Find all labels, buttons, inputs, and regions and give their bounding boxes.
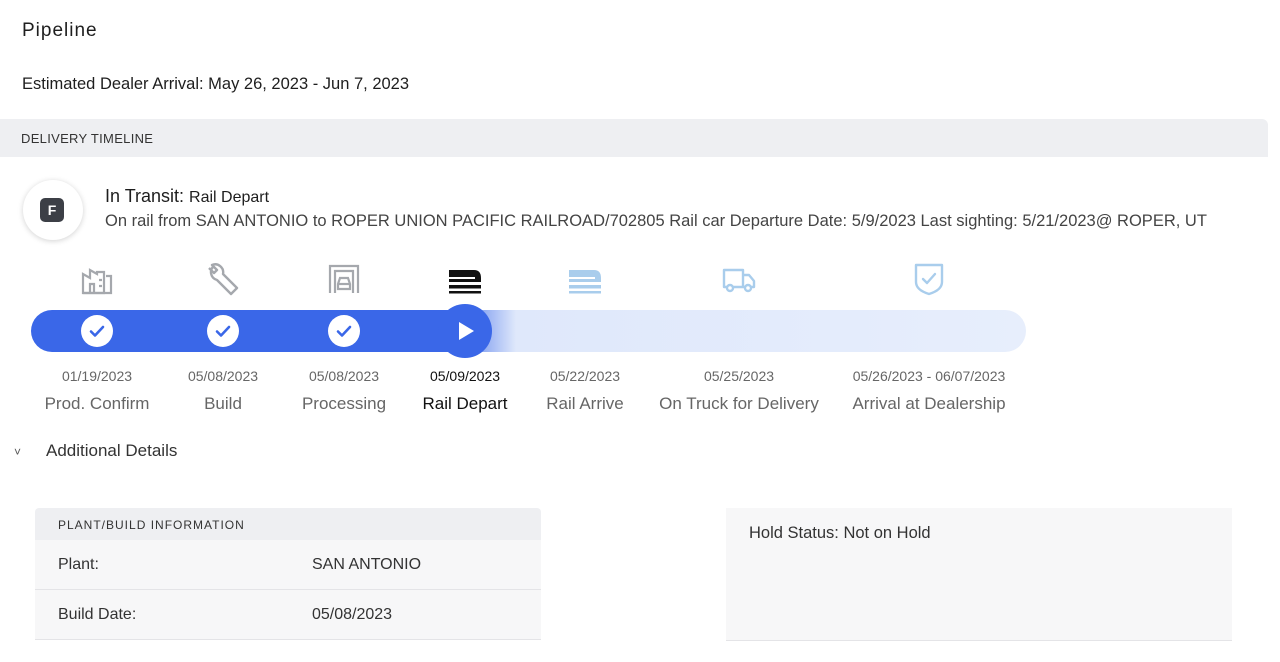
chevron-down-icon: ˅ — [14, 444, 22, 459]
table-row: Plant: SAN ANTONIO — [35, 540, 541, 590]
row-key: Build Date: — [58, 606, 137, 623]
row-value: 05/08/2023 — [312, 606, 393, 623]
hold-status-card: Hold Status: Not on Hold — [726, 508, 1232, 641]
hold-status: Hold Status: Not on Hold — [749, 524, 931, 542]
status-label: In Transit: — [105, 186, 190, 206]
table-row: Build Date: 05/08/2023 — [35, 590, 541, 640]
train-icon — [448, 262, 482, 296]
play-icon — [438, 304, 492, 358]
check-icon — [328, 315, 360, 347]
section-title: DELIVERY TIMELINE — [21, 131, 154, 146]
brand-logo-icon: F — [40, 198, 64, 222]
wrench-icon — [206, 262, 240, 296]
avatar: F — [23, 180, 83, 240]
car-garage-icon — [327, 262, 361, 296]
step-date: 05/25/2023 — [703, 368, 775, 384]
shield-check-icon — [912, 262, 946, 296]
factory-icon — [80, 262, 114, 296]
step-label: On Truck for Delivery — [659, 394, 819, 413]
check-icon — [207, 315, 239, 347]
plant-card-title: PLANT/BUILD INFORMATION — [58, 518, 245, 532]
plant-card-header: PLANT/BUILD INFORMATION — [35, 508, 541, 540]
estimated-arrival: Estimated Dealer Arrival: May 26, 2023 -… — [22, 75, 410, 93]
check-icon — [81, 315, 113, 347]
train-icon — [568, 262, 602, 296]
additional-details-label: Additional Details — [46, 441, 178, 460]
step-label: Arrival at Dealership — [852, 394, 1006, 413]
status-detail: On rail from SAN ANTONIO to ROPER UNION … — [105, 212, 1207, 230]
status-value: Rail Depart — [189, 189, 270, 206]
row-value: SAN ANTONIO — [312, 556, 422, 573]
row-key: Plant: — [58, 556, 99, 573]
page-title: Pipeline — [22, 20, 98, 41]
timeline-progress-bar — [31, 310, 1026, 352]
step-label: Rail Arrive — [546, 394, 624, 413]
additional-details-toggle[interactable]: ˅ Additional Details — [14, 441, 177, 461]
delivery-timeline-header: DELIVERY TIMELINE — [0, 119, 1268, 157]
step-date: 05/26/2023 - 06/07/2023 — [852, 368, 1006, 384]
plant-build-card: PLANT/BUILD INFORMATION Plant: SAN ANTON… — [35, 508, 541, 640]
status-title: In Transit: Rail Depart — [105, 186, 269, 207]
truck-icon — [722, 262, 756, 296]
step-date: 05/22/2023 — [549, 368, 621, 384]
